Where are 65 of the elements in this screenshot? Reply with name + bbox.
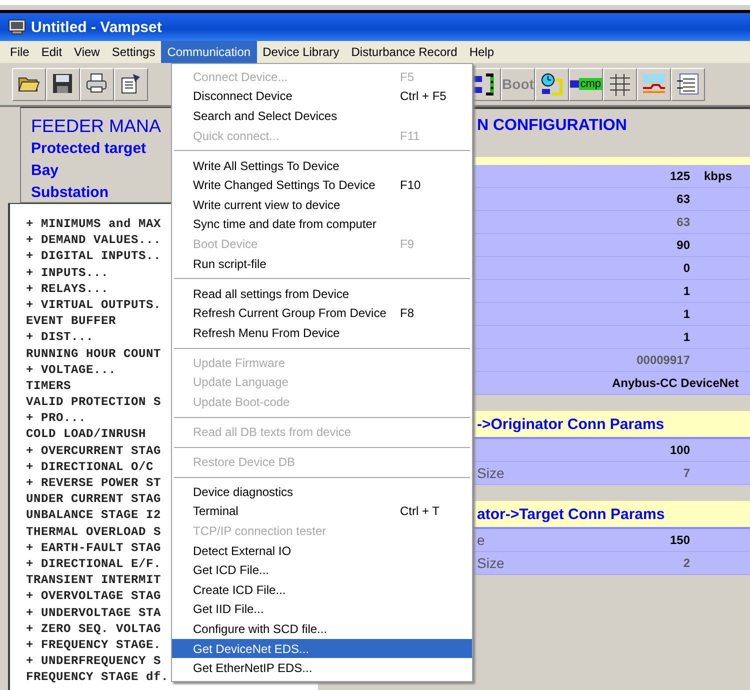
menu-item[interactable]: Refresh Current Group From Device F8 — [172, 303, 472, 323]
menu-item[interactable]: Get IID File... — [172, 600, 472, 620]
field-value: 63 — [676, 192, 690, 206]
field-value: 1 — [682, 284, 690, 298]
menu-item[interactable]: Communication — [161, 41, 257, 63]
menu-item[interactable]: Get EtherNetIP EDS... — [172, 658, 472, 678]
menu-item[interactable]: Sync time and date from computer — [172, 214, 472, 234]
field-value: 00009917 — [636, 353, 690, 367]
panel-label: Substation — [31, 183, 108, 203]
field-value: 63 — [676, 215, 690, 229]
field-label: Size — [476, 465, 506, 481]
menu-item[interactable]: Disturbance Record — [345, 41, 464, 63]
toolbar-button[interactable]: cmp — [569, 68, 603, 100]
document-icon — [119, 72, 143, 96]
menu-item[interactable]: Write Changed Settings To Device F10 — [172, 175, 472, 195]
clock-icon — [540, 72, 564, 96]
menu-item[interactable]: Read all settings from Device — [172, 284, 472, 304]
field-value: 2 — [682, 556, 690, 570]
menu-item[interactable]: Detect External IO — [172, 540, 472, 560]
section-title: N CONFIGURATION — [477, 117, 627, 134]
field-label: e — [476, 532, 486, 548]
menu-item[interactable]: Device diagnostics — [172, 482, 472, 502]
panel-label: Bay — [31, 161, 59, 181]
menu-item[interactable]: Search and Select Devices — [172, 106, 472, 126]
menu-item[interactable]: Disconnect Device Ctrl + F5 — [172, 86, 472, 106]
toolbar-button[interactable] — [12, 68, 46, 100]
menu-item[interactable]: Device Library — [256, 41, 346, 63]
menu-item[interactable]: Refresh Menu From Device — [172, 322, 472, 342]
menu-item[interactable]: Get ICD File... — [172, 560, 472, 580]
menu-item[interactable]: Write current view to device — [172, 194, 472, 215]
list-icon — [676, 72, 700, 96]
toolbar-button[interactable] — [80, 68, 114, 100]
menu-item[interactable]: Edit — [35, 41, 68, 63]
transfer-icon — [472, 72, 496, 96]
toolbar-button[interactable] — [535, 68, 569, 100]
field-value: Anybus-CC DeviceNet — [612, 376, 739, 390]
menu-item[interactable]: Write All Settings To Device — [172, 156, 472, 176]
field-value: 125 — [668, 169, 690, 183]
field-value: 7 — [682, 466, 690, 480]
unit-label: kbps — [703, 169, 734, 183]
menu-item[interactable]: File — [4, 41, 36, 63]
field-value: 90 — [676, 238, 690, 252]
menu-item[interactable]: Run script-file — [172, 254, 472, 274]
menu-item[interactable]: Help — [463, 41, 500, 63]
field-value: 150 — [668, 533, 690, 547]
panel-title: FEEDER MANA — [31, 115, 162, 138]
panel-label: Protected target — [31, 139, 146, 159]
floppy-icon — [51, 72, 75, 96]
menu-item[interactable]: Get DeviceNet EDS... — [172, 638, 472, 658]
field-value: 100 — [668, 443, 690, 457]
toolbar-button[interactable] — [603, 68, 637, 100]
menu-item[interactable]: Settings — [106, 41, 162, 63]
field-value: 0 — [682, 261, 690, 275]
window-title: Untitled - Vampset — [31, 18, 162, 36]
menu-item[interactable]: Create ICD File... — [172, 580, 472, 600]
grid-icon — [608, 72, 632, 96]
field-label: Size — [476, 555, 506, 571]
toolbar-button[interactable] — [114, 68, 148, 100]
field-value: 1 — [682, 307, 690, 321]
toolbar-button[interactable] — [46, 68, 80, 100]
menu-item[interactable]: View — [68, 41, 106, 63]
menu-item[interactable]: Configure with SCD file... — [172, 619, 472, 639]
waveform-chart-icon — [642, 72, 666, 96]
field-value: 1 — [682, 330, 690, 344]
toolbar-button[interactable] — [671, 68, 705, 100]
